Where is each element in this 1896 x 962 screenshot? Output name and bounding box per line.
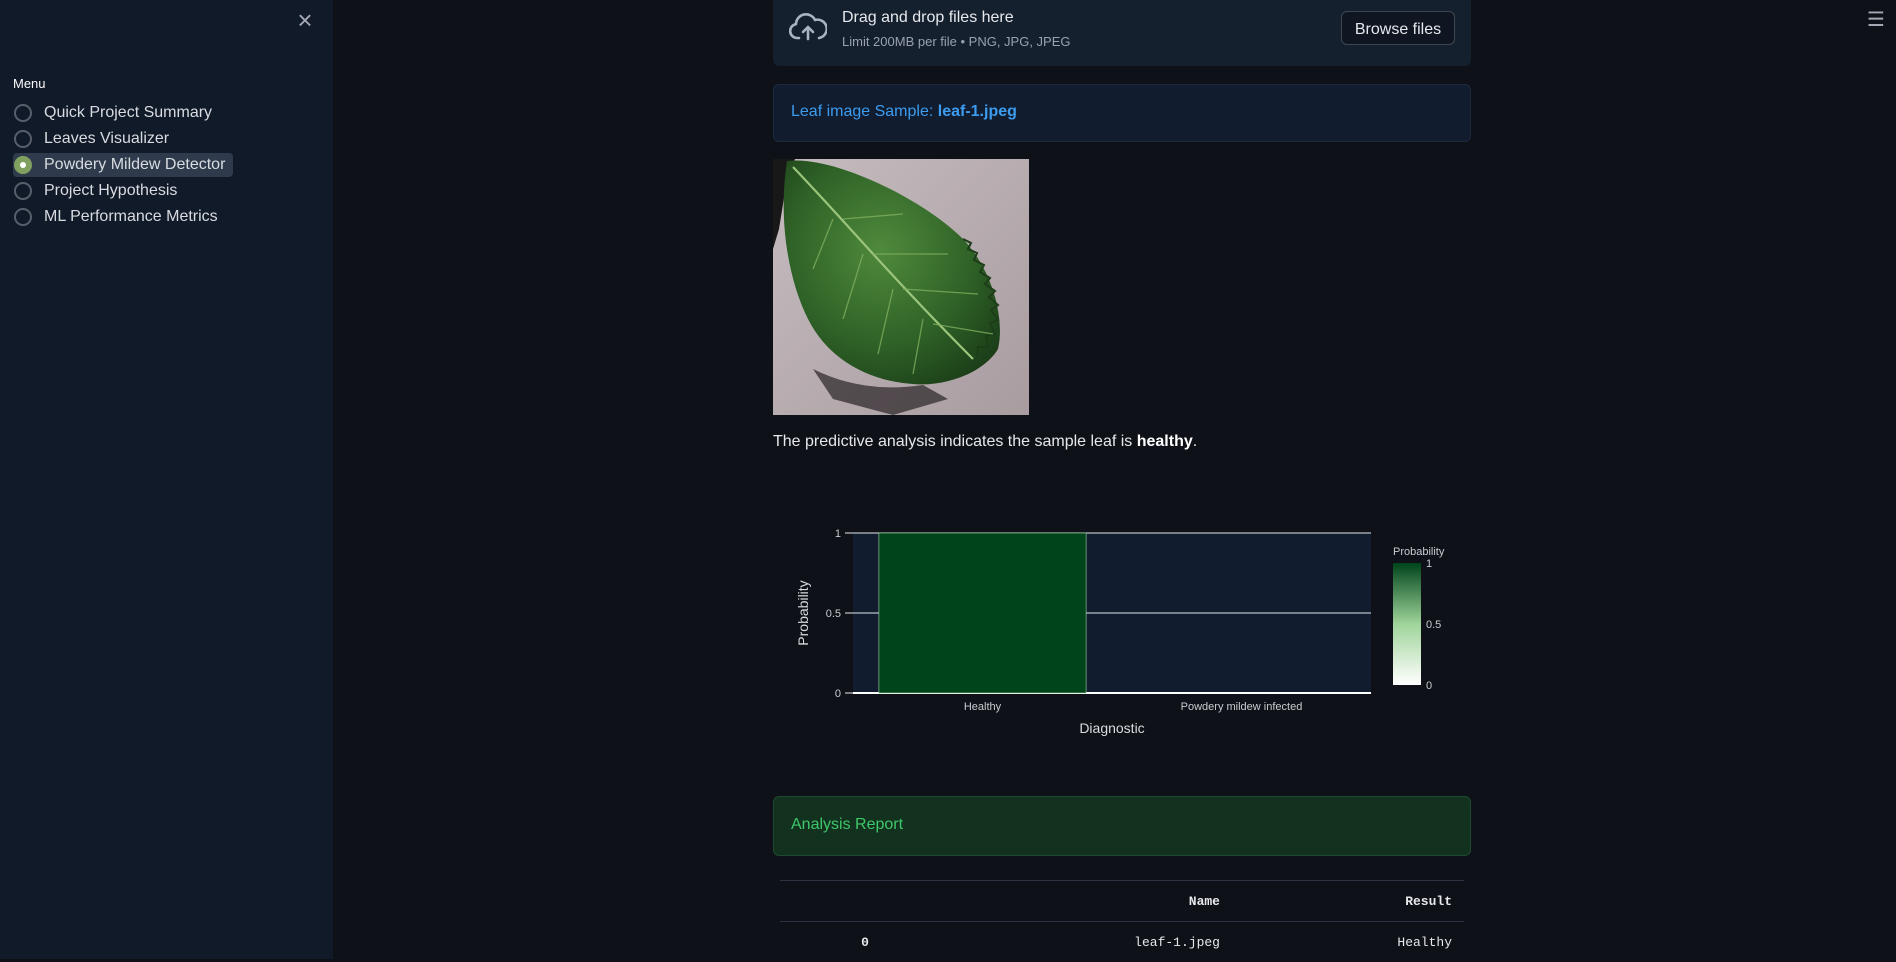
leaf-sample-image [773,159,1029,415]
browse-files-button[interactable]: Browse files [1341,11,1455,45]
colorbar-title: Probability [1393,546,1445,558]
radio-selected-icon[interactable] [14,156,32,174]
y-tick-label: 1 [835,528,841,540]
nav-item-label: Quick Project Summary [44,104,212,122]
dropzone-title: Drag and drop files here [842,9,1014,27]
y-tick-label: 0 [835,688,841,700]
colorbar-gradient [1393,563,1421,685]
prediction-result: healthy [1137,433,1193,450]
prediction-suffix: . [1193,433,1197,450]
table-header-row: Name Result [780,881,1464,922]
chart-svg: 0 0.5 1 Healthy Powdery mildew infected Diagn… [773,500,1471,750]
nav-item-label: ML Performance Metrics [44,208,218,226]
nav-item-label: Leaves Visualizer [44,130,169,148]
leaf-image-svg [773,159,1029,415]
nav-item-powdery-mildew-detector[interactable]: Powdery Mildew Detector [13,153,233,177]
x-axis-title: Diagnostic [1079,720,1144,736]
sample-info-alert: Leaf image Sample: leaf-1.jpeg [773,84,1471,142]
analysis-report-alert: Analysis Report [773,796,1471,856]
sample-prefix: Leaf image Sample: [791,103,938,120]
analysis-report-table: Name Result 0 leaf-1.jpeg Healthy [780,880,1464,962]
table-row: 0 leaf-1.jpeg Healthy [780,922,1464,962]
radio-icon[interactable] [14,208,32,226]
sample-filename: leaf-1.jpeg [938,103,1017,120]
column-header-name[interactable]: Name [950,881,1220,922]
dropzone-limits: Limit 200MB per file • PNG, JPG, JPEG [842,34,1071,49]
column-header-result[interactable]: Result [1220,881,1464,922]
radio-icon[interactable] [14,104,32,122]
sidebar: × Menu Quick Project Summary Leaves Visu… [0,0,333,959]
analysis-report-title: Analysis Report [791,816,903,834]
nav-radio-group: Quick Project Summary Leaves Visualizer … [13,101,233,231]
x-tick-label: Powdery mildew infected [1181,701,1303,713]
result-cell: Healthy [1220,922,1464,962]
row-index-cell: 0 [780,922,950,962]
y-axis-title: Probability [795,580,811,645]
cloud-upload-icon [789,12,827,44]
colorbar-tick-label: 0 [1426,680,1432,692]
x-tick-label: Healthy [964,701,1002,713]
nav-item-label: Powdery Mildew Detector [44,156,225,174]
nav-item-quick-project-summary[interactable]: Quick Project Summary [13,101,220,125]
nav-item-leaves-visualizer[interactable]: Leaves Visualizer [13,127,177,151]
sample-info-text: Leaf image Sample: leaf-1.jpeg [791,103,1017,121]
name-cell: leaf-1.jpeg [950,922,1220,962]
y-tick-label: 0.5 [826,608,841,620]
column-header-index [780,881,950,922]
close-sidebar-icon[interactable]: × [293,8,317,32]
nav-item-project-hypothesis[interactable]: Project Hypothesis [13,179,185,203]
menu-label: Menu [13,76,46,91]
radio-icon[interactable] [14,130,32,148]
probability-bar-chart: 0 0.5 1 Healthy Powdery mildew infected Diagn… [773,500,1471,750]
bar-healthy[interactable] [879,533,1086,693]
prediction-prefix: The predictive analysis indicates the sa… [773,433,1137,450]
radio-icon[interactable] [14,182,32,200]
hamburger-menu-icon[interactable]: ☰ [1866,10,1886,30]
colorbar-tick-label: 1 [1426,558,1432,570]
file-uploader-dropzone[interactable]: Drag and drop files here Limit 200MB per… [773,0,1471,66]
nav-item-ml-performance-metrics[interactable]: ML Performance Metrics [13,205,226,229]
colorbar-tick-label: 0.5 [1426,619,1441,631]
prediction-text: The predictive analysis indicates the sa… [773,433,1197,451]
nav-item-label: Project Hypothesis [44,182,177,200]
